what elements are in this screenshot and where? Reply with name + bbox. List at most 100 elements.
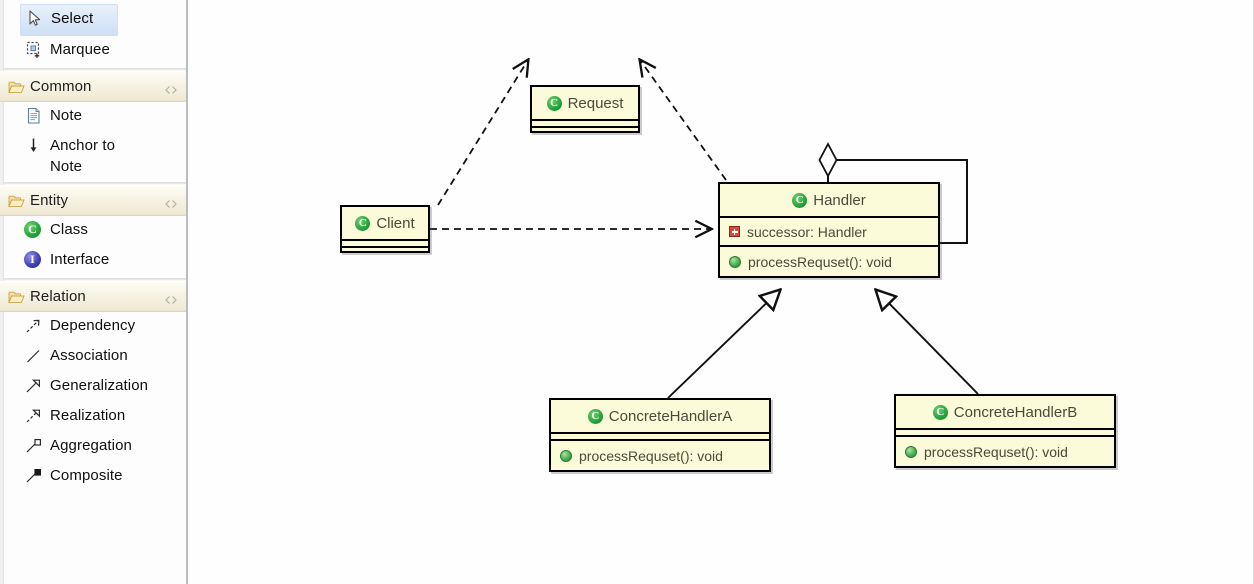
uml-operations-compartment: [342, 248, 428, 255]
palette-group-common: Common Note Anchor to Note: [0, 71, 186, 180]
uml-attributes-compartment: [896, 430, 1114, 437]
uml-class-handler[interactable]: C Handler successor: Handler processRequ…: [718, 182, 940, 278]
uml-operation-row[interactable]: processRequset(): void: [720, 247, 938, 276]
uml-class-name: Client: [376, 214, 415, 232]
method-icon: [905, 445, 917, 458]
folder-open-icon: [8, 290, 25, 304]
class-circle-icon: C: [792, 192, 808, 208]
uml-class-title: C Handler: [720, 184, 938, 218]
class-glyph: C: [24, 221, 41, 238]
relation-generalization-a-handler[interactable]: [667, 290, 780, 399]
palette-item-class[interactable]: C Class: [0, 216, 186, 246]
uml-operation-text: processRequset(): void: [579, 447, 723, 464]
uml-class-title: C Client: [342, 207, 428, 241]
palette-group-header-common[interactable]: Common: [0, 71, 186, 102]
anchor-arrow-icon: [24, 136, 44, 156]
palette-item-label: Dependency: [50, 317, 136, 334]
uml-attribute-row[interactable]: successor: Handler: [720, 218, 938, 247]
marquee-select-icon: [24, 40, 44, 60]
collapse-chevrons-icon[interactable]: [164, 82, 178, 94]
aggregation-diamond-icon: [24, 436, 44, 456]
composite-diamond-icon: [24, 466, 44, 486]
palette-item-label: Association: [50, 347, 128, 364]
method-icon: [729, 255, 741, 268]
palette-item-label: Composite: [50, 467, 123, 484]
class-circle-icon: C: [932, 404, 948, 420]
uml-operation-text: processRequset(): void: [748, 253, 892, 270]
palette-tool-marquee[interactable]: Marquee: [0, 36, 186, 66]
palette-tool-label: Marquee: [50, 41, 110, 58]
uml-class-concrete-handler-b[interactable]: C ConcreteHandlerB processRequset(): voi…: [894, 394, 1116, 468]
uml-operation-row[interactable]: processRequset(): void: [896, 437, 1114, 466]
palette-group-label: Relation: [30, 288, 86, 305]
palette-group-header-entity[interactable]: Entity: [0, 185, 186, 216]
palette-item-dependency[interactable]: Dependency: [0, 312, 186, 342]
tool-palette[interactable]: Select Marquee Common Note Anchor to Not…: [0, 0, 188, 584]
uml-attributes-compartment: [342, 241, 428, 248]
interface-glyph: I: [24, 251, 41, 268]
collapse-chevrons-icon[interactable]: [164, 196, 178, 208]
collapse-chevrons-icon[interactable]: [164, 292, 178, 304]
palette-item-interface[interactable]: I Interface: [0, 246, 186, 276]
palette-group-label: Common: [30, 78, 92, 95]
uml-attribute-text: successor: Handler: [747, 223, 867, 240]
uml-class-name: Request: [567, 94, 624, 112]
palette-tools-section: Select Marquee: [0, 4, 186, 66]
palette-item-anchor-to-note[interactable]: Anchor to Note: [0, 132, 186, 180]
dependency-arrow-icon: [24, 316, 44, 336]
class-circle-icon: C: [587, 408, 603, 424]
relation-generalization-b-handler[interactable]: [876, 290, 979, 395]
palette-item-label: Anchor to Note: [50, 137, 116, 175]
palette-item-realization[interactable]: Realization: [0, 402, 186, 432]
uml-operation-text: processRequset(): void: [924, 443, 1068, 460]
uml-operations-compartment: [532, 128, 638, 135]
palette-item-label: Note: [50, 107, 83, 124]
palette-group-header-relation[interactable]: Relation: [0, 281, 186, 312]
palette-item-composite[interactable]: Composite: [0, 462, 186, 492]
folder-open-icon: [8, 194, 25, 208]
palette-item-label: Realization: [50, 407, 126, 424]
palette-group-label: Entity: [30, 192, 69, 209]
uml-class-name: Handler: [813, 191, 866, 209]
relation-dependency-client-request[interactable]: [437, 60, 528, 206]
attribute-icon: [729, 226, 740, 237]
cursor-arrow-icon: [25, 9, 45, 29]
generalization-arrow-icon: [24, 376, 44, 396]
palette-item-label: Interface: [50, 251, 110, 268]
palette-item-label: Generalization: [50, 377, 149, 394]
palette-tool-label: Select: [51, 10, 94, 27]
uml-class-title: C Request: [532, 87, 638, 121]
realization-arrow-icon: [24, 406, 44, 426]
palette-group-entity: Entity C Class I Interface: [0, 185, 186, 276]
uml-operation-row[interactable]: processRequset(): void: [551, 441, 769, 470]
class-circle-icon: C: [24, 221, 44, 241]
folder-open-icon: [8, 80, 25, 94]
uml-class-name: ConcreteHandlerA: [608, 407, 733, 425]
palette-item-association[interactable]: Association: [0, 342, 186, 372]
diagram-connectors: [430, 0, 979, 399]
uml-class-concrete-handler-a[interactable]: C ConcreteHandlerA processRequset(): voi…: [549, 398, 771, 472]
palette-item-label: Class: [50, 221, 89, 238]
uml-class-title: C ConcreteHandlerB: [896, 396, 1114, 430]
class-circle-icon: C: [546, 95, 562, 111]
interface-circle-icon: I: [24, 251, 44, 271]
class-circle-icon: C: [355, 215, 371, 231]
palette-item-label: Aggregation: [50, 437, 132, 454]
uml-class-client[interactable]: C Client: [340, 205, 430, 253]
palette-item-aggregation[interactable]: Aggregation: [0, 432, 186, 462]
note-page-icon: [24, 106, 44, 126]
uml-attributes-compartment: [551, 434, 769, 441]
uml-class-title: C ConcreteHandlerA: [551, 400, 769, 434]
relation-dependency-handler-request[interactable]: [640, 60, 727, 181]
palette-item-generalization[interactable]: Generalization: [0, 372, 186, 402]
method-icon: [560, 449, 572, 462]
uml-attributes-compartment: [532, 121, 638, 128]
palette-group-relation: Relation Dependency Association Generali…: [0, 281, 186, 492]
uml-class-request[interactable]: C Request: [530, 85, 640, 133]
uml-class-name: ConcreteHandlerB: [953, 403, 1078, 421]
palette-item-note[interactable]: Note: [0, 102, 186, 132]
uml-editor-window: Select Marquee Common Note Anchor to Not…: [0, 0, 1254, 584]
diagram-canvas[interactable]: C Request C Client C Handler successor: …: [188, 0, 1254, 584]
association-line-icon: [24, 346, 44, 366]
palette-tool-select[interactable]: Select: [20, 4, 118, 36]
